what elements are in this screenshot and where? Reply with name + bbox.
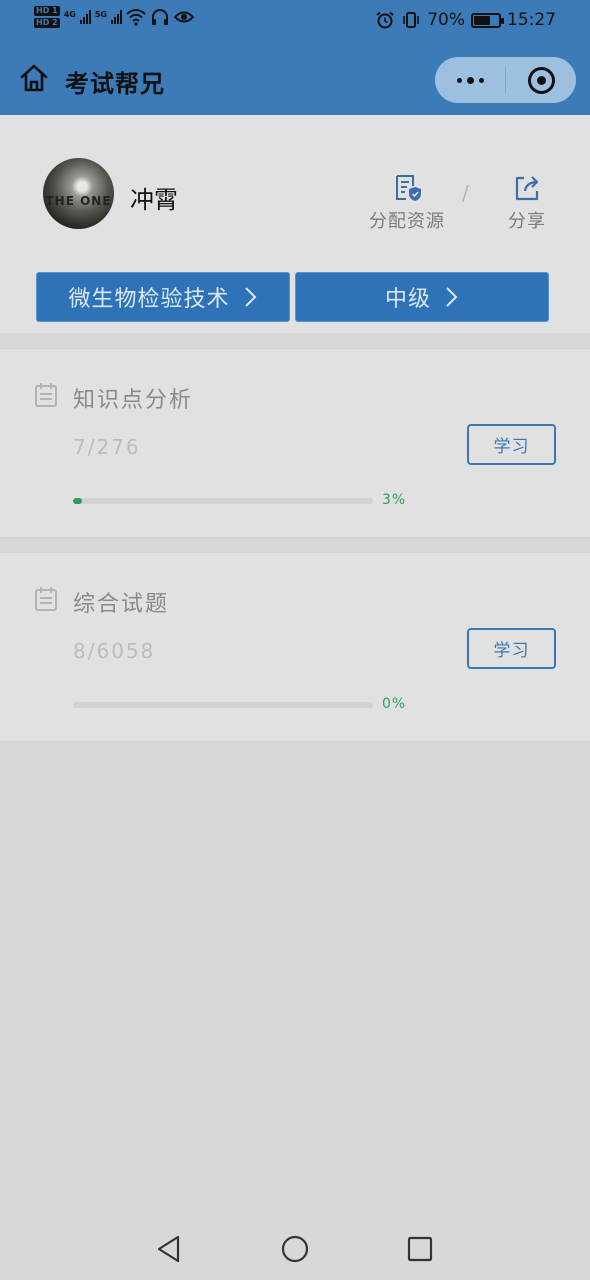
subject-selector-button[interactable]: 微生物检验技术	[36, 272, 290, 322]
allocate-resources-label: 分配资源	[369, 211, 445, 232]
module-title: 综合试题	[73, 592, 170, 617]
target-close-icon[interactable]	[506, 57, 576, 103]
battery-percent: 70%	[427, 10, 465, 30]
sim-indicators: HD 1 HD 2	[34, 6, 60, 28]
home-circle-icon[interactable]	[280, 1234, 310, 1264]
avatar-text: THE ONE	[45, 194, 112, 208]
sim2-badge: HD 2	[34, 18, 60, 28]
sim1-badge: HD 1	[34, 6, 60, 16]
clock-time: 15:27	[507, 10, 556, 30]
share-button[interactable]: 分享	[500, 173, 554, 233]
module-title: 知识点分析	[73, 388, 194, 413]
back-triangle-icon[interactable]	[154, 1234, 184, 1264]
signal-icon-2	[110, 10, 122, 24]
app-root: HD 1 HD 2 4G 5G 70% 15:27 考试帮兄 THE ONE 冲…	[0, 0, 590, 1280]
progress-label: 3%	[382, 492, 407, 508]
user-name: 冲霄	[130, 186, 178, 214]
progress-bar	[73, 498, 373, 504]
avatar[interactable]: THE ONE	[43, 158, 114, 229]
profile-card: THE ONE 冲霄 分配资源 / 分享 微生物检验技术 中级	[0, 115, 590, 333]
network-type-1: 4G	[63, 10, 76, 19]
level-selector-button[interactable]: 中级	[295, 272, 549, 322]
wifi-icon	[126, 9, 146, 26]
vibrate-icon	[403, 12, 420, 28]
headphones-icon	[151, 9, 168, 25]
share-label: 分享	[508, 211, 546, 232]
progress-bar	[73, 702, 373, 708]
share-icon	[515, 176, 539, 201]
page-title: 考试帮兄	[65, 70, 165, 98]
miniprogram-capsule	[435, 57, 576, 103]
eye-icon	[173, 11, 194, 23]
action-separator: /	[462, 181, 469, 205]
chevron-right-icon	[244, 287, 256, 307]
system-nav-bar	[0, 1216, 590, 1280]
subject-label: 微生物检验技术	[68, 287, 230, 312]
calendar-icon	[35, 587, 57, 611]
chevron-right-icon	[446, 287, 458, 307]
more-dots-icon[interactable]	[435, 57, 505, 103]
progress-fill	[73, 498, 82, 504]
status-bar: HD 1 HD 2 4G 5G 70% 15:27	[0, 0, 590, 44]
recent-apps-icon[interactable]	[405, 1234, 435, 1264]
battery-icon	[471, 12, 504, 28]
calendar-icon	[35, 383, 57, 407]
status-left: HD 1 HD 2 4G 5G	[34, 6, 194, 28]
module-card-knowledge: 知识点分析 7/276 学习 3%	[0, 348, 590, 538]
level-label: 中级	[384, 287, 431, 312]
progress-label: 0%	[382, 696, 407, 712]
allocate-resources-button[interactable]: 分配资源	[362, 173, 452, 233]
study-button[interactable]: 学习	[467, 424, 556, 465]
nav-bar: 考试帮兄	[0, 44, 590, 115]
home-icon[interactable]	[18, 62, 50, 94]
alarm-icon	[376, 11, 394, 29]
module-card-comprehensive: 综合试题 8/6058 学习 0%	[0, 552, 590, 742]
module-count: 7/276	[73, 435, 141, 459]
document-shield-icon	[396, 175, 421, 201]
status-right: 70% 15:27	[375, 10, 556, 30]
module-count: 8/6058	[73, 639, 156, 663]
signal-icon	[79, 10, 91, 24]
network-type-2: 5G	[94, 10, 107, 19]
study-button[interactable]: 学习	[467, 628, 556, 669]
battery-fill	[474, 15, 491, 25]
